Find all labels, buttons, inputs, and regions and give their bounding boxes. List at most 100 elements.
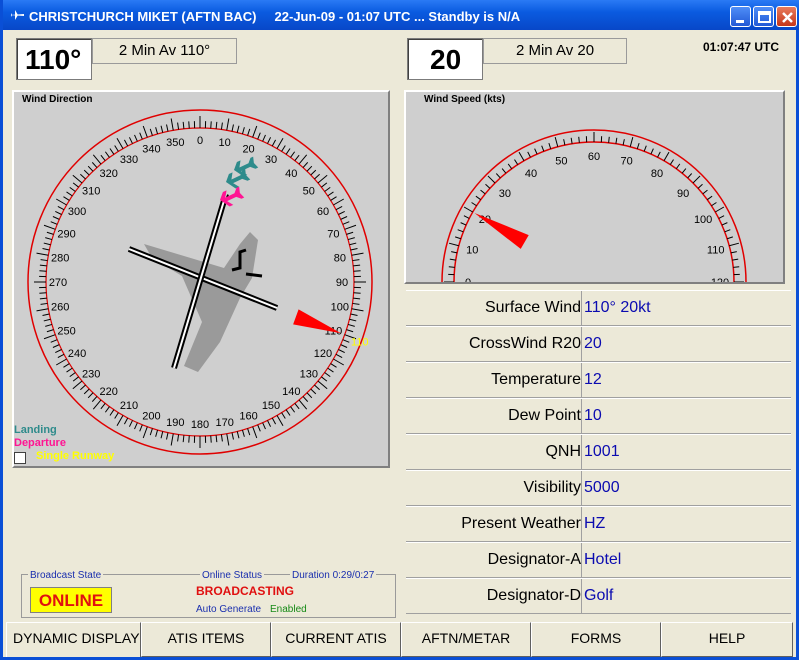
dial-tick [87,165,94,172]
dial-tick [87,392,94,399]
dial-tick [39,264,47,267]
auto-generate-value[interactable]: Enabled [270,604,307,615]
speed-tick [629,136,634,147]
present-weather-value[interactable]: HZ [584,507,605,541]
dial-tick [344,224,357,230]
dial-tick [271,139,277,147]
surface-wind-value[interactable]: 110° 20kt [584,291,651,325]
heading-label: 110 [351,336,369,348]
dial-label: 0 [197,135,203,147]
dial-tick [177,122,180,130]
tab-forms[interactable]: FORMS [531,622,661,657]
dial-label: 120 [314,348,332,360]
tab-help[interactable]: HELP [661,622,793,657]
speed-tick [663,151,670,162]
speed-label: 120 [711,277,729,282]
row-temperature: Temperature 12 [406,362,791,398]
dial-tick [349,242,357,246]
designator-d-value[interactable]: Golf [584,579,613,613]
dial-tick [160,125,164,133]
dial-tick [257,424,261,432]
dial-tick [83,169,90,176]
dew-point-label: Dew Point [406,399,582,433]
speed-tick [548,142,552,150]
tab-atis-items[interactable]: ATIS ITEMS [141,622,271,657]
speed-tick [457,229,464,233]
speed-tick [615,137,618,144]
visibility-label: Visibility [406,471,582,505]
speed-tick [732,258,739,261]
speed-tick [448,266,455,268]
dial-label: 70 [327,228,339,240]
dial-tick [57,205,65,211]
dial-tick [350,313,358,316]
dial-tick [149,128,153,136]
duration-label: Duration 0:29/0:27 [290,570,377,581]
dial-tick [109,148,115,155]
temperature-label: Temperature [406,363,582,397]
dial-tick [298,399,308,410]
dial-tick [347,237,355,241]
dial-tick [317,380,328,390]
dial-tick [43,242,51,246]
dial-tick [116,415,124,427]
tab-dynamic-display[interactable]: DYNAMIC DISPLAY [6,622,141,657]
dial-tick [91,396,98,402]
dial-tick [66,191,73,197]
dial-tick [338,210,345,215]
dial-tick [285,148,291,155]
single-runway-checkbox[interactable] [14,452,26,464]
speed-tick [687,173,693,179]
speed-tick [730,251,737,254]
dial-tick [36,308,49,312]
dial-tick [340,344,348,348]
dial-tick [182,121,185,129]
speed-tick [487,175,496,184]
dial-tick [350,248,358,251]
title-bar[interactable]: CHRISTCHURCH MIKET (AFTN BAC) 22-Jun-09 … [3,0,799,30]
temperature-value[interactable]: 12 [584,363,602,397]
speed-tick [554,136,559,147]
dial-tick [231,124,234,132]
broadcast-state-label: Broadcast State [28,570,104,581]
online-badge[interactable]: ONLINE [30,587,112,613]
dial-tick [310,388,317,395]
dial-label: 340 [142,144,160,156]
legend-landing: Landing [14,424,57,436]
qnh-value[interactable]: 1001 [584,435,620,469]
dial-tick [40,259,48,262]
row-dew-point: Dew Point 10 [406,398,791,434]
surface-wind-label: Surface Wind [406,291,582,325]
dial-tick [104,406,110,413]
wind-direction-panel: Wind Direction 0102030405060708090100110… [12,90,390,468]
dial-tick [39,297,47,300]
dial-label: 240 [68,348,86,360]
speed-tick [463,206,474,213]
maximize-button[interactable] [753,6,774,27]
tab-aftn-metar[interactable]: AFTN/METAR [401,622,531,657]
minimize-button[interactable] [730,6,751,27]
dial-tick [134,422,138,430]
dial-label: 90 [336,277,348,289]
dial-tick [45,237,53,241]
direction-readout: 110° [16,38,92,80]
direction-value: 110° [25,44,82,75]
direction-average: 2 Min Av 110° [92,38,237,64]
designator-a-value[interactable]: Hotel [584,543,621,577]
visibility-value[interactable]: 5000 [584,471,620,505]
speed-tick [622,139,625,146]
tab-current-atis[interactable]: CURRENT ATIS [271,622,401,657]
dial-label: 130 [300,368,318,380]
dial-label: 100 [331,302,349,314]
speed-tick [463,215,470,219]
dial-label: 170 [215,417,233,429]
dial-label: 260 [51,302,69,314]
dial-tick [262,422,266,430]
close-button[interactable] [776,6,797,27]
dial-tick [155,429,159,437]
dial-tick [276,415,284,427]
dial-tick [134,134,138,142]
dial-tick [100,403,106,410]
crosswind-value[interactable]: 20 [584,327,602,361]
dew-point-value[interactable]: 10 [584,399,602,433]
